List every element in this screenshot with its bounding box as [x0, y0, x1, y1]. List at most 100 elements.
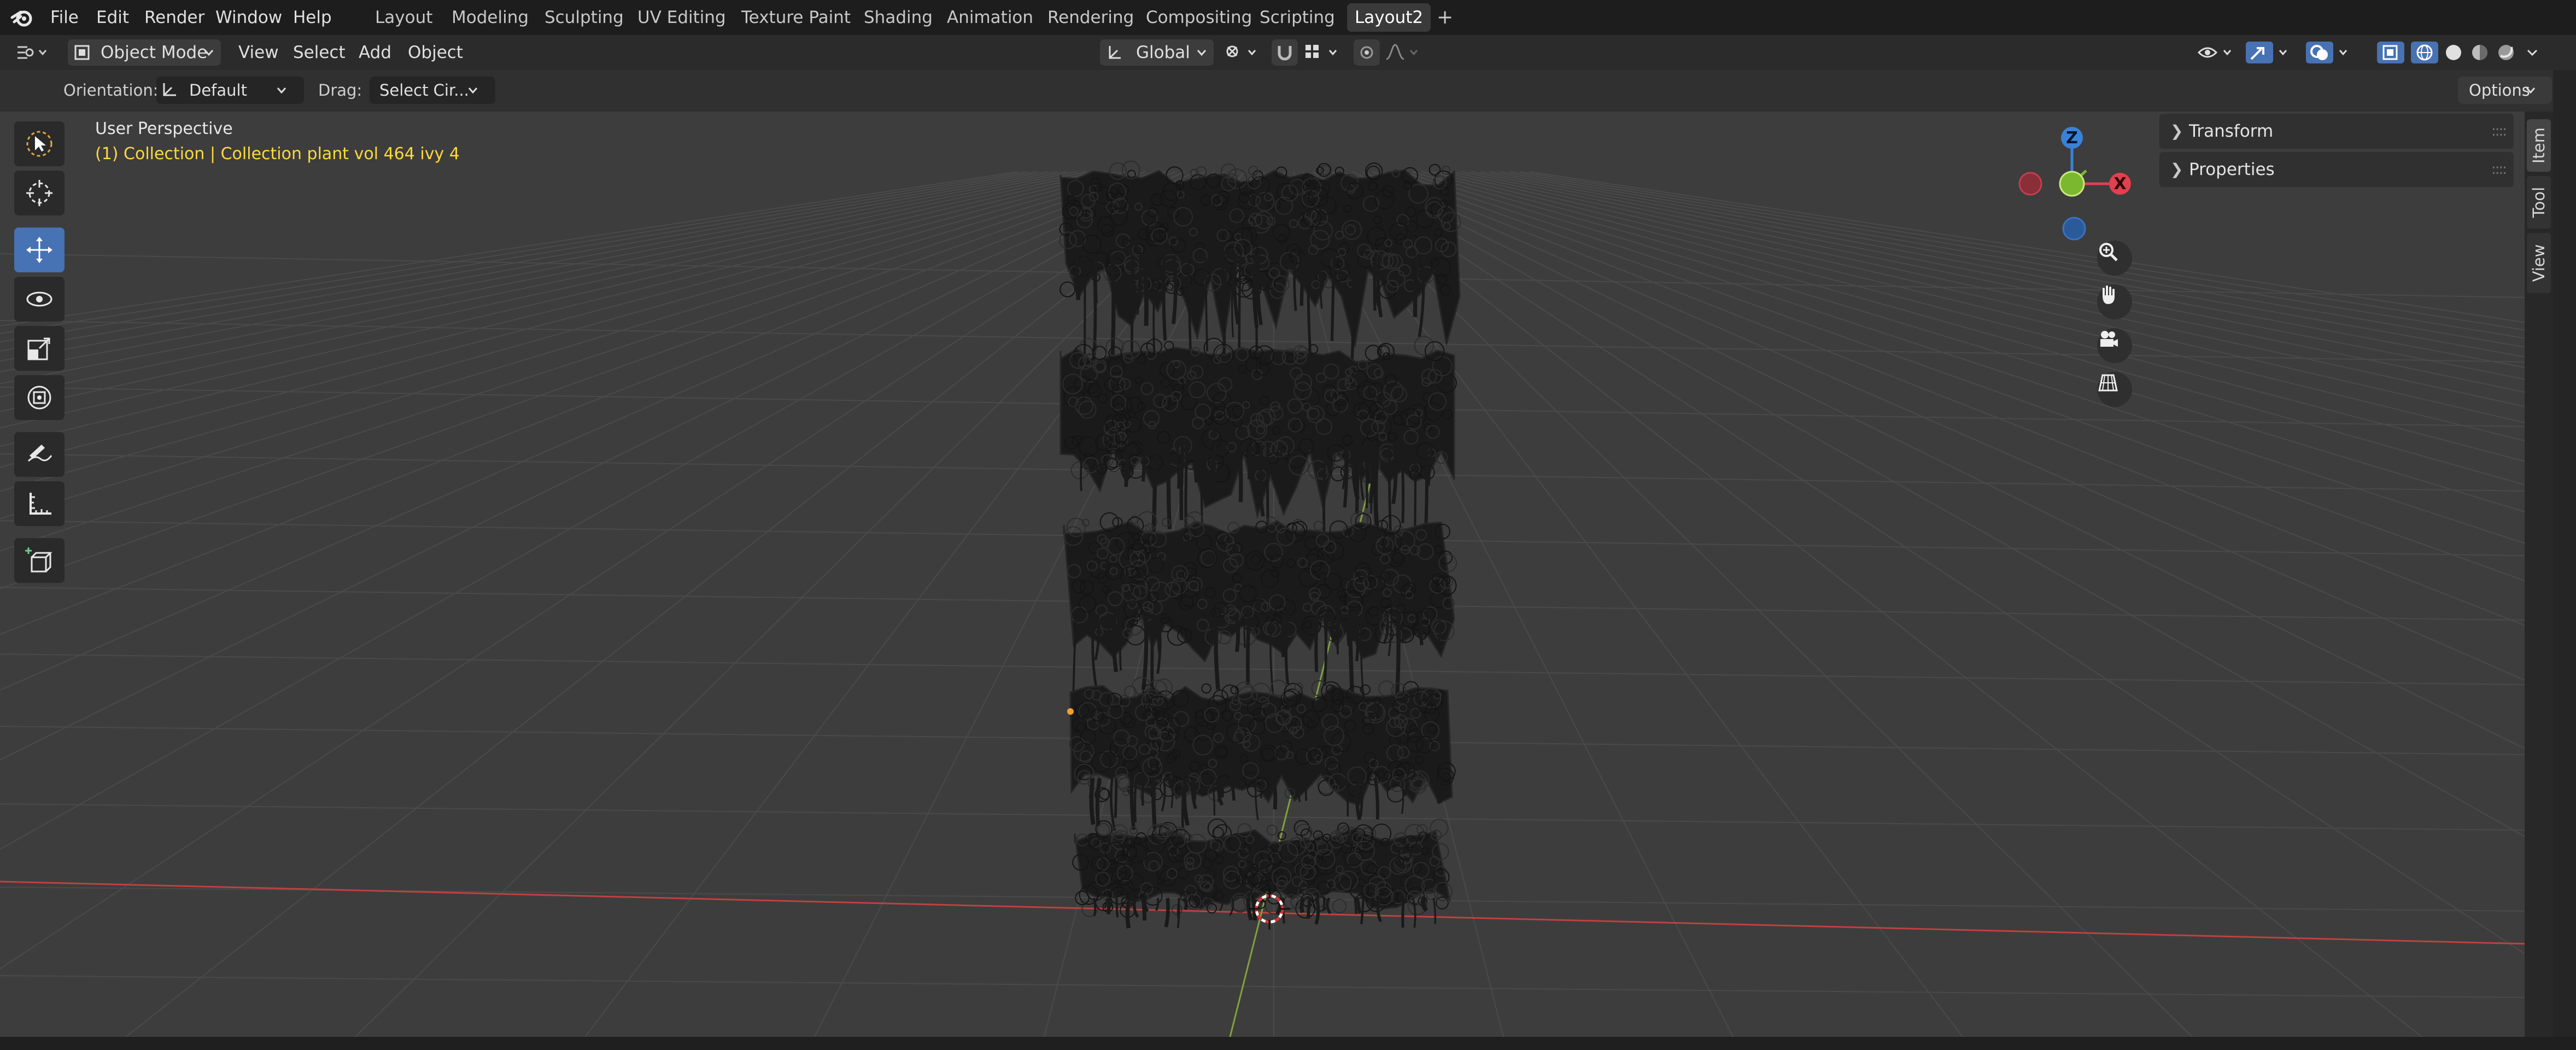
tab-layout[interactable]: Layout	[367, 3, 440, 32]
editor-type-button[interactable]	[11, 39, 57, 66]
tab-rendering[interactable]: Rendering	[1040, 3, 1141, 32]
visibility-button[interactable]	[2196, 39, 2239, 66]
tool-select-box[interactable]	[14, 121, 65, 166]
chevron-right-icon: ❯	[2170, 122, 2183, 140]
viewport-header: Object Mode View Select Add Object Globa…	[0, 35, 2576, 70]
tool-scale[interactable]	[14, 326, 65, 371]
tool-move[interactable]	[14, 228, 65, 272]
mode-selector[interactable]: Object Mode	[68, 39, 221, 66]
shading-solid[interactable]	[2440, 39, 2467, 66]
tab-uv-editing[interactable]: UV Editing	[630, 3, 734, 32]
tab-tool[interactable]: Tool	[2527, 176, 2551, 229]
orientation-axes-icon	[1109, 46, 1121, 59]
proportional-editing-toggle[interactable]	[1354, 39, 1380, 66]
snap-toggle[interactable]	[1272, 39, 1298, 66]
orientation-label: Global	[1136, 43, 1190, 62]
pivot-point-icon	[1226, 45, 1256, 57]
transform-orientation-dropdown[interactable]: Global	[1100, 39, 1214, 66]
falloff-curve-icon	[1386, 44, 1418, 60]
tool-cursor[interactable]	[14, 171, 65, 215]
grid-perspective-icon	[2098, 374, 2118, 392]
scale-icon	[27, 337, 50, 360]
header-menu-select[interactable]: Select	[293, 35, 346, 70]
3d-viewport[interactable]: User Perspective (1) Collection | Collec…	[0, 112, 2529, 1037]
pencil-icon	[27, 445, 52, 462]
pan-button[interactable]	[2097, 284, 2132, 319]
chevron-down-icon	[277, 88, 286, 94]
gizmo-x-label: X	[2114, 174, 2126, 194]
tab-view[interactable]: View	[2527, 233, 2551, 293]
drag-setting-label: Drag:	[318, 81, 362, 100]
drag-setting-dropdown[interactable]: Select Cir...	[370, 77, 495, 104]
xray-icon	[2377, 42, 2404, 63]
navigation-gizmo[interactable]: X Z	[2012, 117, 2143, 248]
snap-grid-icon	[1305, 45, 1337, 58]
shading-wireframe[interactable]	[2410, 39, 2440, 66]
snap-target-button[interactable]	[1301, 39, 1345, 66]
sidebar-tabs: Item Tool View	[2525, 112, 2553, 1037]
tab-layout2[interactable]: Layout2	[1347, 3, 1431, 32]
menu-file[interactable]: File	[50, 0, 79, 35]
gizmo-toggle[interactable]	[2245, 39, 2295, 66]
menu-help[interactable]: Help	[293, 0, 332, 35]
viewport-scene[interactable]	[0, 112, 2529, 1037]
menu-edit[interactable]: Edit	[96, 0, 129, 35]
zoom-button[interactable]	[2097, 241, 2132, 276]
tool-transform[interactable]	[14, 375, 65, 420]
header-menu-view[interactable]: View	[238, 35, 279, 70]
menu-window[interactable]: Window	[215, 0, 282, 35]
tab-sculpting[interactable]: Sculpting	[537, 3, 631, 32]
status-bar	[0, 1037, 2576, 1050]
panel-transform-header[interactable]: ❯ Transform ::::	[2159, 114, 2514, 149]
chevron-down-icon	[2526, 88, 2536, 94]
camera-view-button[interactable]	[2097, 328, 2132, 363]
tab-shading[interactable]: Shading	[856, 3, 940, 32]
drag-handle-icon[interactable]: ::::	[2491, 152, 2507, 187]
shading-options-button[interactable]	[2521, 39, 2543, 66]
tab-tool-label: Tool	[2530, 186, 2548, 218]
select-cursor-icon	[26, 131, 52, 157]
tab-texture-paint[interactable]: Texture Paint	[734, 3, 858, 32]
chevron-right-icon: ❯	[2170, 160, 2183, 178]
xray-toggle[interactable]	[2376, 39, 2407, 66]
header-menu-add[interactable]: Add	[359, 35, 391, 70]
tab-item[interactable]: Item	[2527, 119, 2551, 172]
tool-settings-bar: Orientation: Default Drag: Select Cir...…	[0, 70, 2576, 112]
tab-compositing[interactable]: Compositing	[1138, 3, 1260, 32]
ivy-plant-object[interactable]	[1059, 160, 1461, 929]
tool-add-cube[interactable]	[14, 538, 65, 583]
options-dropdown[interactable]: Options	[2458, 77, 2552, 104]
tab-animation[interactable]: Animation	[939, 3, 1041, 32]
add-workspace-button[interactable]: +	[1429, 3, 1461, 32]
shading-rendered[interactable]	[2493, 39, 2519, 66]
drag-handle-icon[interactable]: ::::	[2491, 114, 2507, 149]
panel-properties-header[interactable]: ❯ Properties ::::	[2159, 152, 2514, 187]
panel-properties-title: Properties	[2189, 160, 2275, 179]
tool-measure[interactable]	[14, 481, 65, 526]
tab-scripting[interactable]: Scripting	[1252, 3, 1343, 32]
gizmo-neg-z-handle[interactable]	[2062, 217, 2086, 241]
tab-modeling[interactable]: Modeling	[444, 3, 536, 32]
ivy-cluster[interactable]	[1069, 676, 1456, 831]
perspective-toggle-button[interactable]	[2097, 372, 2132, 407]
properties-editor-edge[interactable]	[2553, 70, 2576, 1050]
header-menu-object[interactable]: Object	[408, 35, 463, 70]
shading-material[interactable]	[2467, 39, 2493, 66]
pivot-point-button[interactable]	[1222, 39, 1266, 66]
gizmo-y-handle[interactable]	[2059, 171, 2085, 197]
gizmo-z-label: Z	[2066, 129, 2078, 148]
tool-annotate[interactable]	[14, 432, 65, 477]
blender-logo-icon[interactable]	[10, 5, 34, 30]
falloff-button[interactable]	[1383, 39, 1427, 66]
proportional-editing-icon	[1360, 46, 1373, 59]
chevron-down-icon	[468, 88, 478, 94]
camera-icon	[2100, 331, 2118, 347]
orientation-setting-dropdown[interactable]: Default	[156, 77, 304, 104]
overlays-toggle[interactable]	[2305, 39, 2355, 66]
tab-view-label: View	[2530, 244, 2548, 282]
transform-icon	[27, 386, 51, 410]
gizmo-neg-x-handle[interactable]	[2018, 172, 2042, 196]
gizmo-icon	[2246, 42, 2287, 63]
tool-rotate[interactable]	[14, 277, 65, 322]
menu-render[interactable]: Render	[144, 0, 204, 35]
